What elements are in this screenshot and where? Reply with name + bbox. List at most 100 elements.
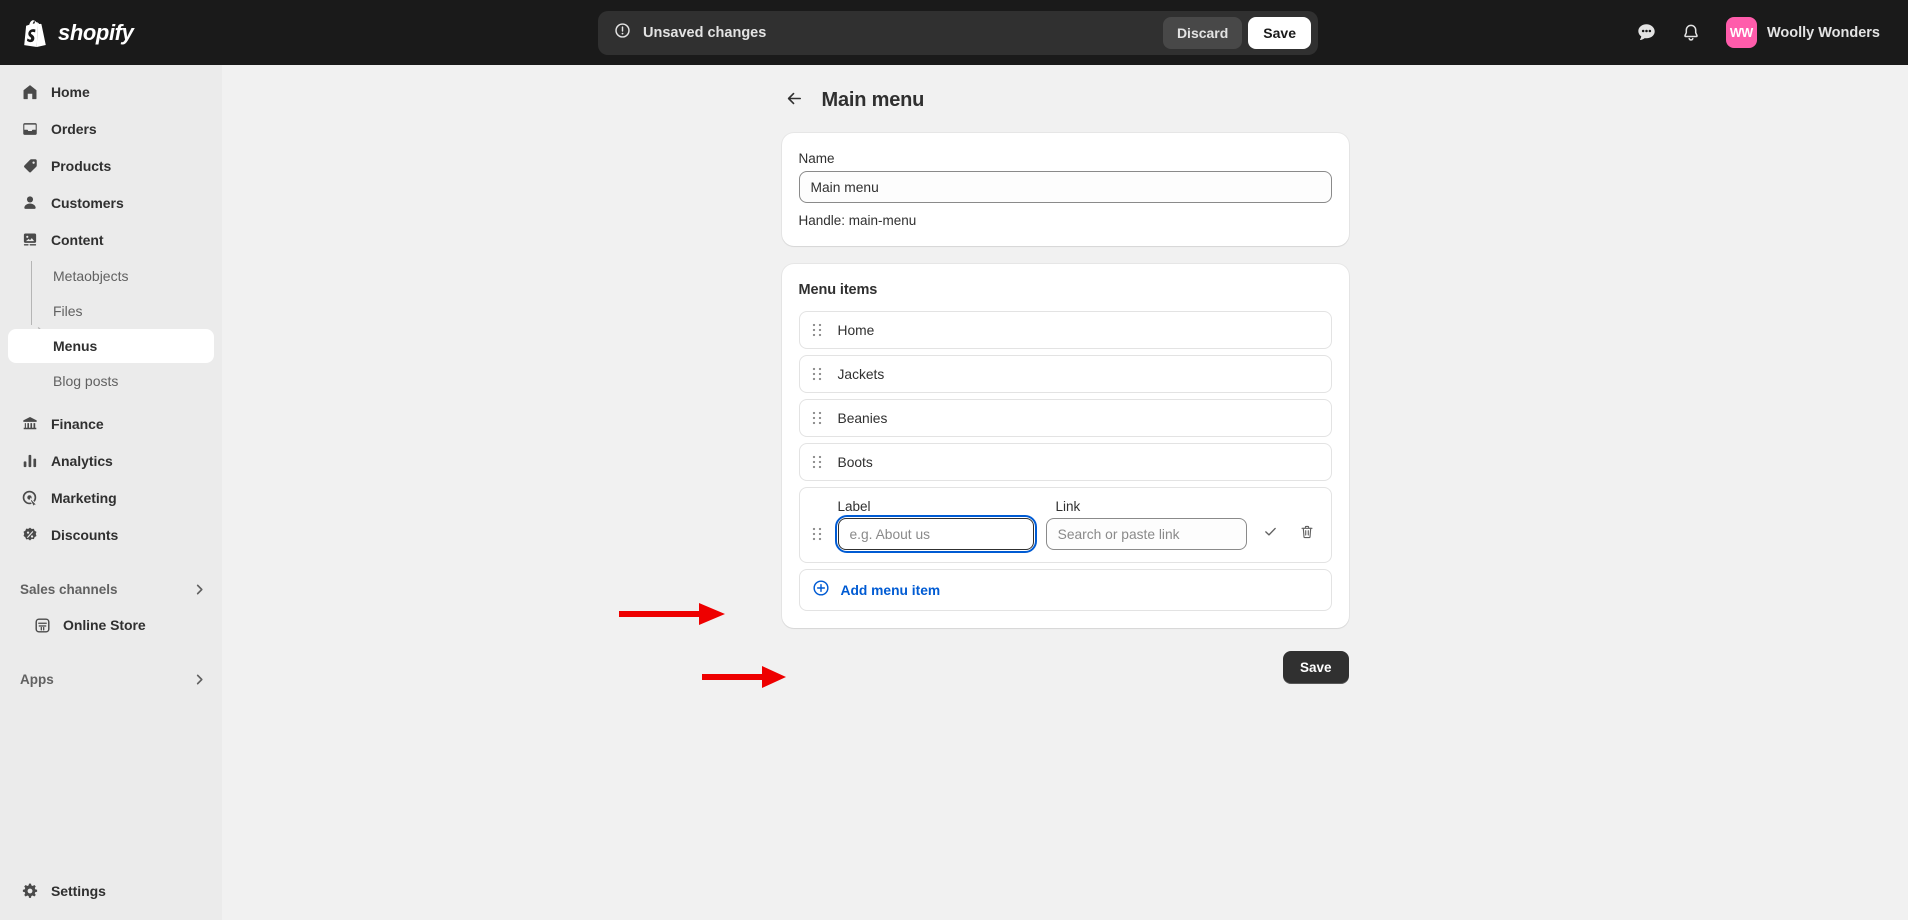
sidebar-item-menus[interactable]: Menus — [8, 329, 214, 363]
link-input[interactable] — [1045, 518, 1247, 550]
menu-name-input[interactable] — [798, 171, 1332, 203]
shopify-brand[interactable]: shopify — [22, 19, 252, 47]
sidebar-item-label: Products — [51, 158, 112, 174]
menu-item-row[interactable]: Boots — [798, 443, 1332, 481]
sidebar-subitem-label: Files — [53, 303, 83, 319]
circle-plus-icon — [812, 579, 830, 602]
menu-name-card: Name Handle: main-menu — [781, 133, 1349, 246]
label-input[interactable] — [837, 518, 1034, 550]
add-menu-item-button[interactable]: Add menu item — [798, 569, 1332, 611]
sidebar-item-label: Customers — [51, 195, 124, 211]
account-menu[interactable]: WW Woolly Wonders — [1721, 12, 1892, 53]
menu-items-card: Menu items Home Jackets Beanies Boots La… — [781, 264, 1349, 628]
menu-item-label: Beanies — [837, 410, 888, 426]
sidebar-item-label: Finance — [51, 416, 104, 432]
sidebar-item-label: Orders — [51, 121, 97, 137]
product-tag-icon — [20, 156, 40, 176]
inbox-chat-icon[interactable] — [1629, 15, 1665, 51]
menu-items-title: Menu items — [798, 282, 878, 298]
sidebar-item-content[interactable]: Content — [8, 222, 214, 258]
content-image-icon — [20, 230, 40, 250]
discount-percent-icon — [20, 525, 40, 545]
top-bar: shopify Unsaved changes Discard Save WW … — [0, 0, 1908, 65]
sidebar-item-label: Marketing — [51, 490, 117, 506]
label-field-label: Label — [837, 499, 871, 514]
menu-item-label: Home — [837, 322, 875, 338]
sidebar-item-settings[interactable]: Settings — [8, 873, 214, 909]
drag-handle-icon[interactable] — [812, 527, 822, 541]
drag-handle-icon[interactable] — [812, 455, 822, 469]
sidebar-item-orders[interactable]: Orders — [8, 111, 214, 147]
sidebar-item-label: Settings — [51, 883, 106, 899]
brand-wordmark: shopify — [58, 19, 134, 45]
sidebar-item-blog-posts[interactable]: Blog posts — [8, 364, 214, 398]
confirm-menu-item-button[interactable] — [1259, 521, 1283, 547]
chevron-right-icon — [193, 583, 206, 596]
menu-item-row[interactable]: Home — [798, 311, 1332, 349]
add-menu-item-label: Add menu item — [840, 582, 941, 598]
delete-menu-item-button[interactable] — [1295, 521, 1319, 547]
sidebar: Home Orders Products Customers Content M… — [0, 65, 222, 920]
sidebar-item-analytics[interactable]: Analytics — [8, 443, 214, 479]
menu-item-row[interactable]: Beanies — [798, 399, 1332, 437]
sidebar-subitem-label: Menus — [53, 338, 98, 354]
sidebar-subitem-label: Blog posts — [53, 373, 119, 389]
menu-handle-text: Handle: main-menu — [798, 213, 917, 228]
store-icon — [32, 615, 52, 635]
sidebar-section-label: Apps — [20, 671, 54, 687]
save-button-topbar[interactable]: Save — [1248, 17, 1311, 49]
menu-item-label: Jackets — [837, 366, 885, 382]
page-header: Main menu — [782, 87, 1349, 113]
sidebar-item-label: Online Store — [63, 617, 146, 633]
analytics-bars-icon — [20, 451, 40, 471]
name-field-label: Name — [798, 151, 835, 166]
drag-handle-icon[interactable] — [812, 411, 822, 425]
customer-person-icon — [20, 193, 40, 213]
account-name: Woolly Wonders — [1766, 24, 1880, 41]
save-button-container: Save — [782, 651, 1349, 684]
menu-item-label: Boots — [837, 454, 873, 470]
sidebar-item-home[interactable]: Home — [8, 74, 214, 110]
label-input-focus-ring — [834, 515, 1037, 553]
sidebar-item-discounts[interactable]: Discounts — [8, 517, 214, 553]
home-icon — [20, 82, 40, 102]
sidebar-subitem-label: Metaobjects — [53, 268, 129, 284]
sidebar-item-label: Home — [51, 84, 90, 100]
finance-bank-icon — [20, 414, 40, 434]
sidebar-item-files[interactable]: Files — [8, 294, 214, 328]
shopify-bag-icon — [22, 19, 48, 47]
avatar: WW — [1725, 17, 1757, 48]
sidebar-settings-row: Settings — [0, 872, 222, 910]
sidebar-item-products[interactable]: Products — [8, 148, 214, 184]
link-field-label: Link — [1055, 499, 1081, 514]
sidebar-item-finance[interactable]: Finance — [8, 406, 214, 442]
sidebar-section-sales-channels[interactable]: Sales channels — [8, 572, 214, 606]
back-button[interactable] — [782, 87, 808, 113]
drag-handle-icon[interactable] — [812, 323, 822, 337]
alert-circle-icon — [614, 22, 631, 44]
unsaved-changes-text: Unsaved changes — [643, 25, 767, 41]
sidebar-section-label: Sales channels — [20, 581, 118, 597]
bell-icon[interactable] — [1673, 15, 1709, 51]
sidebar-item-marketing[interactable]: Marketing — [8, 480, 214, 516]
menu-item-edit-row: Label Link — [798, 487, 1332, 563]
gear-icon — [20, 881, 40, 901]
sidebar-item-label: Discounts — [51, 527, 119, 543]
check-icon — [1262, 523, 1279, 545]
menu-item-row[interactable]: Jackets — [798, 355, 1332, 393]
unsaved-changes-bar: Unsaved changes Discard Save — [598, 11, 1318, 55]
sidebar-item-label: Content — [51, 232, 104, 248]
sidebar-item-metaobjects[interactable]: Metaobjects — [8, 259, 214, 293]
marketing-target-icon — [20, 488, 40, 508]
sidebar-item-customers[interactable]: Customers — [8, 185, 214, 221]
sidebar-item-label: Analytics — [51, 453, 113, 469]
chevron-right-icon — [193, 673, 206, 686]
drag-handle-icon[interactable] — [812, 367, 822, 381]
save-button-bottom[interactable]: Save — [1282, 651, 1349, 684]
trash-icon — [1299, 524, 1315, 545]
main-content: Main menu Name Handle: main-menu Menu it… — [222, 65, 1908, 920]
discard-button[interactable]: Discard — [1162, 17, 1243, 49]
page-title: Main menu — [821, 88, 925, 111]
sidebar-item-online-store[interactable]: Online Store — [8, 607, 214, 643]
sidebar-section-apps[interactable]: Apps — [8, 662, 214, 696]
